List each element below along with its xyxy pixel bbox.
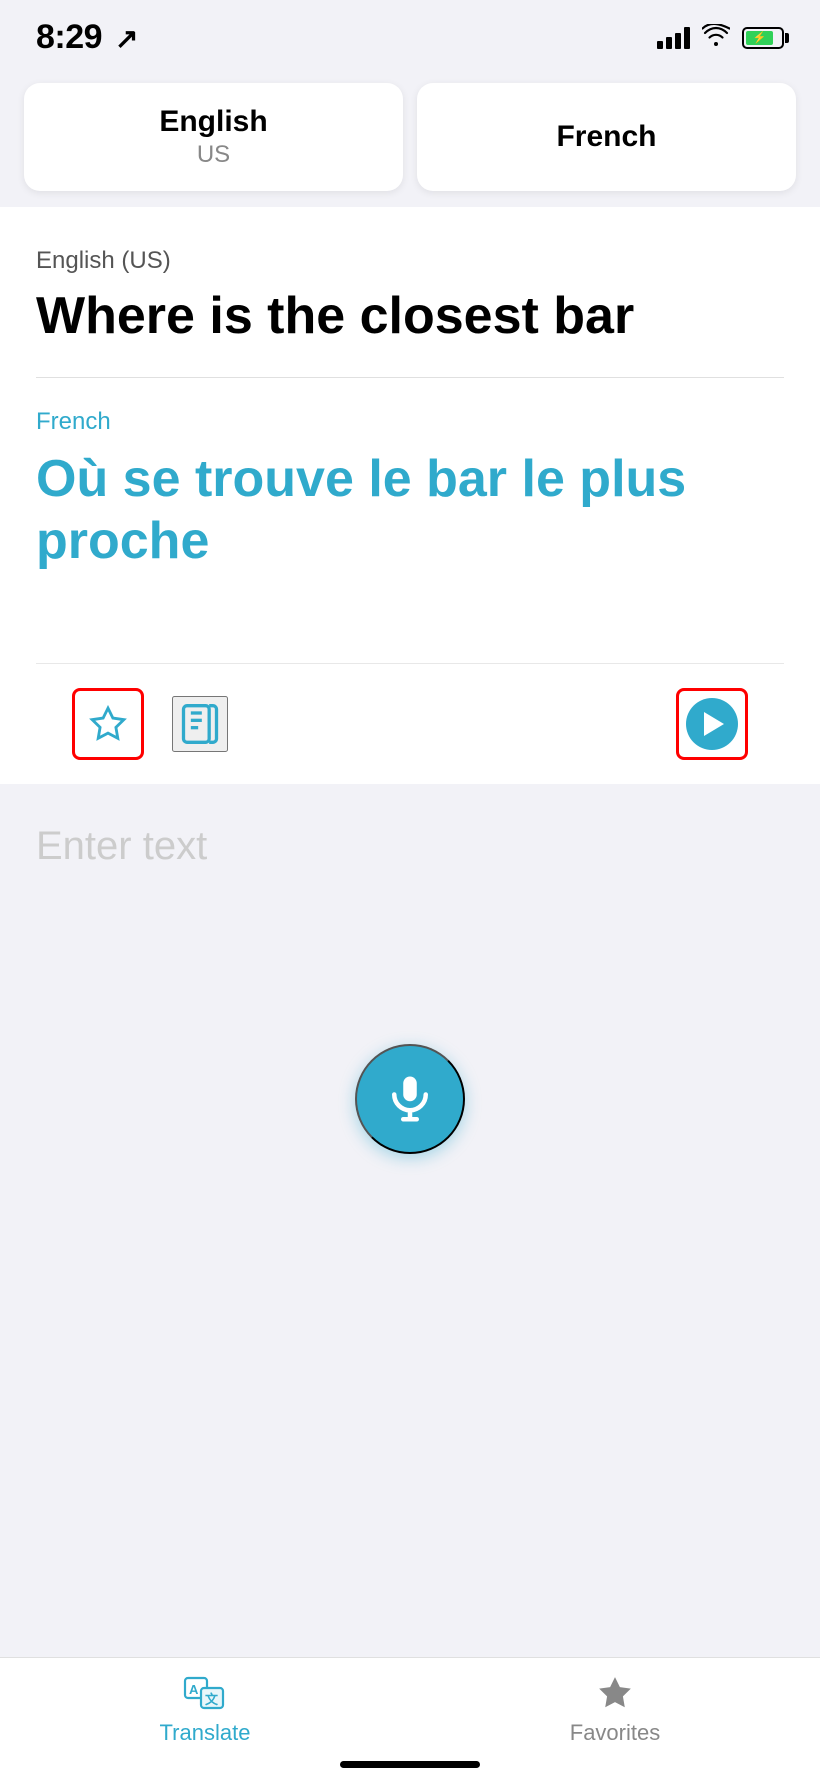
wifi-icon: [702, 24, 730, 52]
tab-favorites[interactable]: Favorites: [410, 1674, 820, 1746]
source-language-button[interactable]: English US: [24, 83, 403, 191]
play-triangle-icon: [704, 712, 724, 736]
svg-text:文: 文: [205, 1692, 219, 1707]
battery-icon: ⚡: [742, 27, 784, 49]
source-section: English (US) Where is the closest bar: [36, 247, 784, 377]
source-language-name: English: [44, 105, 383, 139]
translate-icon: A 文: [183, 1674, 227, 1712]
play-circle: [686, 698, 738, 750]
target-language-name: French: [556, 120, 656, 153]
home-indicator: [340, 1761, 480, 1768]
action-bar: [36, 663, 784, 784]
translation-card: English (US) Where is the closest bar Fr…: [0, 207, 820, 784]
microphone-button[interactable]: [355, 1044, 465, 1154]
signal-icon: [657, 27, 690, 49]
tab-translate-label: Translate: [160, 1720, 251, 1746]
source-language-label: English (US): [36, 247, 784, 275]
language-selector: English US French: [0, 67, 820, 207]
book-icon: [178, 702, 222, 746]
tab-bar: A 文 Translate Favorites: [0, 1657, 820, 1776]
mic-container: [0, 1024, 820, 1194]
tab-translate[interactable]: A 文 Translate: [0, 1674, 410, 1746]
microphone-icon: [383, 1072, 437, 1126]
input-placeholder: Enter text: [36, 824, 207, 869]
star-icon: [89, 705, 127, 743]
favorite-button[interactable]: [72, 688, 144, 760]
status-bar: 8:29 ↗ ⚡: [0, 0, 820, 67]
tab-favorites-label: Favorites: [570, 1720, 660, 1746]
spacer: [0, 1194, 820, 1354]
play-button[interactable]: [676, 688, 748, 760]
target-text: Où se trouve le bar le plus proche: [36, 448, 784, 573]
favorites-icon: [596, 1674, 634, 1712]
status-icons: ⚡: [657, 24, 784, 52]
source-text: Where is the closest bar: [36, 287, 784, 347]
dictionary-button[interactable]: [172, 696, 228, 752]
action-left: [72, 688, 228, 760]
target-language-label: French: [36, 408, 784, 436]
target-language-button[interactable]: French: [417, 83, 796, 191]
source-language-sublabel: US: [44, 141, 383, 169]
section-divider: [36, 377, 784, 378]
status-time: 8:29 ↗: [36, 18, 138, 57]
input-area[interactable]: Enter text: [0, 784, 820, 1024]
svg-text:A: A: [189, 1682, 199, 1697]
target-section: French Où se trouve le bar le plus proch…: [36, 408, 784, 603]
